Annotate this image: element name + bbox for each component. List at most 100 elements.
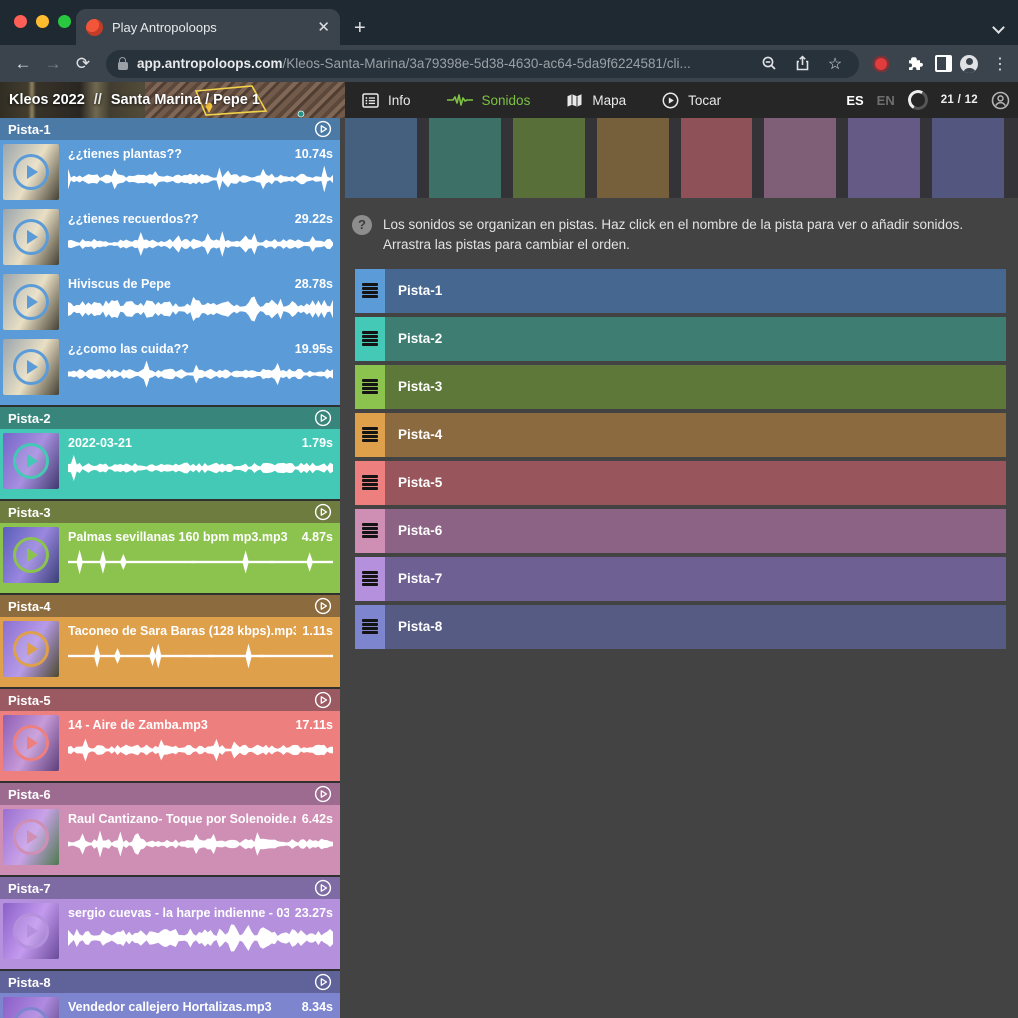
drag-handle[interactable] [355,269,385,313]
color-swatch-pista-1[interactable] [345,118,417,198]
clip-play-button[interactable] [13,913,49,949]
track-row-body[interactable]: Pista-2 [385,317,1006,361]
track-row-label[interactable]: Pista-4 [398,427,442,442]
nav-item-tocar[interactable]: Tocar [662,92,721,109]
drag-handle[interactable] [355,317,385,361]
sidebar-track-name[interactable]: Pista-7 [8,881,51,896]
clip-item[interactable]: 2022-03-211.79s [0,431,340,496]
sidebar-track-name[interactable]: Pista-8 [8,975,51,990]
clip-item[interactable]: Taconeo de Sara Baras (128 kbps).mp31.11… [0,619,340,684]
track-play-button[interactable] [314,879,332,897]
track-row-body[interactable]: Pista-7 [385,557,1006,601]
clip-play-button[interactable] [13,1007,49,1018]
track-row-label[interactable]: Pista-8 [398,619,442,634]
clip-thumbnail[interactable] [3,527,59,583]
track-row-label[interactable]: Pista-2 [398,331,442,346]
drag-handle[interactable] [355,413,385,457]
clip-play-button[interactable] [13,819,49,855]
nav-item-mapa[interactable]: Mapa [566,93,626,108]
clip-play-button[interactable] [13,219,49,255]
clip-play-button[interactable] [13,349,49,385]
clip-thumbnail[interactable] [3,433,59,489]
clip-item[interactable]: ¿¿tienes plantas??10.74s [0,142,340,207]
color-swatch-pista-3[interactable] [513,118,585,198]
lock-icon[interactable] [118,62,128,70]
drag-handle[interactable] [355,461,385,505]
close-window-button[interactable] [14,15,27,28]
clip-item[interactable]: 14 - Aire de Zamba.mp317.11s [0,713,340,778]
track-row[interactable]: Pista-1 [355,269,1006,313]
clip-item[interactable]: Raul Cantizano- Toque por Solenoide.mp36… [0,807,340,872]
drag-handle[interactable] [355,365,385,409]
remix-cover-image[interactable]: Kleos 2022 // Santa Marina / Pepe 1 [0,82,345,118]
sidebar-track-name[interactable]: Pista-4 [8,599,51,614]
sidebar-track-name[interactable]: Pista-5 [8,693,51,708]
clip-play-button[interactable] [13,631,49,667]
address-bar[interactable]: app.antropoloops.com/Kleos-Santa-Marina/… [106,50,859,78]
clip-item[interactable]: Hiviscus de Pepe28.78s [0,272,340,337]
clip-item[interactable]: Vendedor callejero Hortalizas.mp38.34s [0,995,340,1018]
track-play-button[interactable] [314,409,332,427]
clip-item[interactable]: ¿¿tienes recuerdos??29.22s [0,207,340,272]
color-swatch-pista-2[interactable] [429,118,501,198]
track-row-body[interactable]: Pista-4 [385,413,1006,457]
clip-thumbnail[interactable] [3,339,59,395]
drag-handle[interactable] [355,557,385,601]
sidebar-track-name[interactable]: Pista-2 [8,411,51,426]
sidebar-track-header[interactable]: Pista-3 [0,501,340,523]
track-row[interactable]: Pista-5 [355,461,1006,505]
clip-play-button[interactable] [13,443,49,479]
track-row-label[interactable]: Pista-6 [398,523,442,538]
track-play-button[interactable] [314,785,332,803]
track-row[interactable]: Pista-8 [355,605,1006,649]
sidebar-track-name[interactable]: Pista-3 [8,505,51,520]
clip-item[interactable]: Palmas sevillanas 160 bpm mp3.mp34.87s [0,525,340,590]
clip-play-button[interactable] [13,154,49,190]
drag-handle[interactable] [355,605,385,649]
side-panel-icon[interactable] [935,55,952,72]
clip-play-button[interactable] [13,537,49,573]
track-row-label[interactable]: Pista-7 [398,571,442,586]
zoom-level-icon[interactable] [757,52,781,76]
breadcrumb-track-set[interactable]: Santa Marina / Pepe 1 [111,92,260,108]
track-row-body[interactable]: Pista-3 [385,365,1006,409]
minimize-window-button[interactable] [36,15,49,28]
track-play-button[interactable] [314,691,332,709]
nav-item-info[interactable]: Info [362,93,411,108]
breadcrumb-project[interactable]: Kleos 2022 [9,92,85,108]
color-swatch-pista-6[interactable] [764,118,836,198]
tab-search-chevron-icon[interactable] [993,23,1002,32]
clip-item[interactable]: sergio cuevas - la harpe indienne - 03 -… [0,901,340,966]
record-extension-icon[interactable] [875,58,887,70]
track-play-button[interactable] [314,120,332,138]
zoom-window-button[interactable] [58,15,71,28]
sidebar-track-name[interactable]: Pista-1 [8,122,51,137]
nav-item-sonidos[interactable]: Sonidos [447,93,531,108]
account-icon[interactable] [991,91,1010,110]
sidebar-track-header[interactable]: Pista-7 [0,877,340,899]
track-row[interactable]: Pista-4 [355,413,1006,457]
track-row[interactable]: Pista-2 [355,317,1006,361]
lang-en-button[interactable]: EN [877,93,895,108]
track-row[interactable]: Pista-6 [355,509,1006,553]
share-icon[interactable] [790,52,814,76]
tab-close-icon[interactable]: ✕ [317,20,330,35]
clip-play-button[interactable] [13,284,49,320]
clip-thumbnail[interactable] [3,903,59,959]
track-row[interactable]: Pista-3 [355,365,1006,409]
help-icon[interactable]: ? [352,215,372,235]
browser-tab[interactable]: Play Antropoloops ✕ [76,9,340,45]
color-swatch-pista-8[interactable] [932,118,1004,198]
sidebar-track-header[interactable]: Pista-6 [0,783,340,805]
back-button[interactable]: ← [8,54,38,74]
sidebar-track-header[interactable]: Pista-5 [0,689,340,711]
sidebar-track-header[interactable]: Pista-8 [0,971,340,993]
clip-item[interactable]: ¿¿como las cuida??19.95s [0,337,340,402]
new-tab-button[interactable]: + [354,18,366,38]
clip-thumbnail[interactable] [3,274,59,330]
track-play-button[interactable] [314,503,332,521]
sidebar-track-header[interactable]: Pista-1 [0,118,340,140]
color-swatch-pista-5[interactable] [681,118,753,198]
reload-button[interactable]: ⟳ [68,54,98,74]
sidebar-track-header[interactable]: Pista-2 [0,407,340,429]
